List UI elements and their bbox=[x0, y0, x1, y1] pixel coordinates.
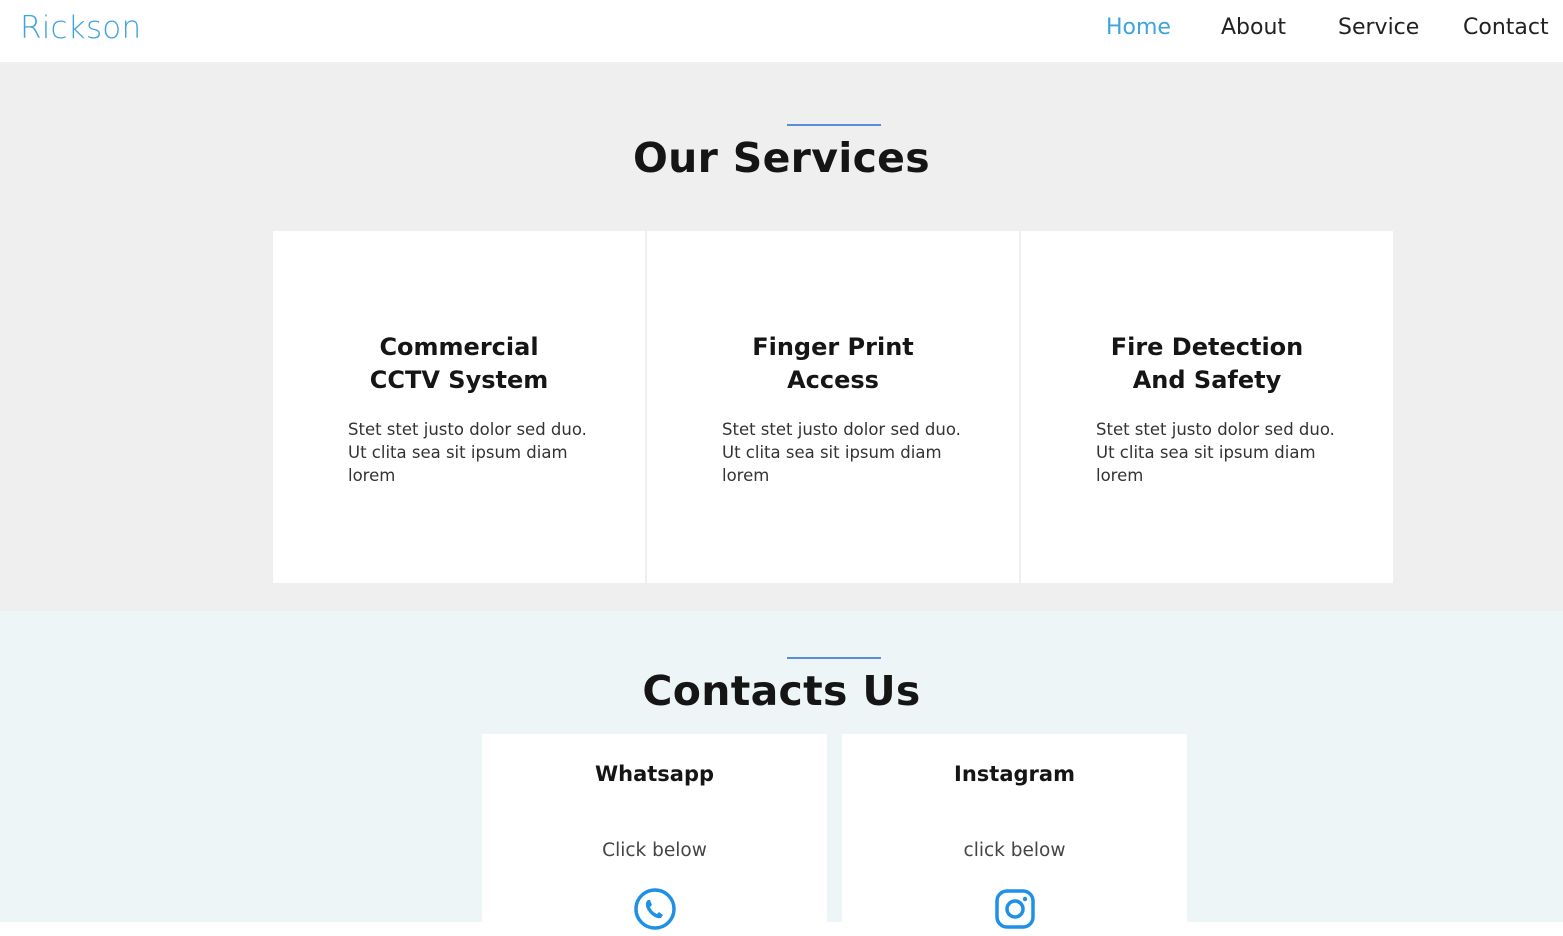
brand-logo[interactable]: Rickson bbox=[20, 10, 141, 46]
nav-link-about[interactable]: About bbox=[1221, 15, 1286, 40]
contact-card-whatsapp: Whatsapp Click below bbox=[482, 734, 827, 934]
service-cards: Commercial CCTV System Stet stet justo d… bbox=[273, 231, 1393, 583]
services-section: Our Services Commercial CCTV System Stet… bbox=[0, 62, 1563, 611]
contacts-title: Contacts Us bbox=[642, 667, 921, 715]
service-card-title: Finger Print Access bbox=[752, 333, 914, 394]
contact-card-title: Whatsapp bbox=[594, 762, 715, 786]
navbar: Rickson Home About Service Contact bbox=[0, 0, 1563, 62]
contacts-section: Contacts Us Whatsapp Click below Instagr… bbox=[0, 611, 1563, 934]
whatsapp-icon[interactable] bbox=[632, 886, 678, 932]
service-card-text: Stet stet justo dolor sed duo. Ut clita … bbox=[722, 420, 961, 485]
nav-link-contact[interactable]: Contact bbox=[1463, 15, 1549, 40]
contact-card-instagram: Instagram click below bbox=[842, 734, 1187, 934]
nav-link-service[interactable]: Service bbox=[1338, 15, 1419, 40]
service-card-title: Commercial CCTV System bbox=[369, 333, 549, 394]
service-card-text: Stet stet justo dolor sed duo. Ut clita … bbox=[1096, 420, 1335, 485]
services-title-rule bbox=[787, 124, 881, 126]
contact-card-subtitle: click below bbox=[963, 840, 1066, 861]
service-card-cctv: Commercial CCTV System Stet stet justo d… bbox=[273, 231, 645, 583]
instagram-icon[interactable] bbox=[992, 886, 1038, 932]
contacts-title-rule bbox=[787, 657, 881, 659]
service-card-title: Fire Detection And Safety bbox=[1110, 333, 1304, 394]
contact-card-subtitle: Click below bbox=[602, 840, 707, 861]
service-card-fire: Fire Detection And Safety Stet stet just… bbox=[1021, 231, 1393, 583]
service-card-text: Stet stet justo dolor sed duo. Ut clita … bbox=[348, 420, 587, 485]
contact-card-title: Instagram bbox=[954, 762, 1075, 786]
services-title: Our Services bbox=[633, 134, 930, 182]
service-card-fingerprint: Finger Print Access Stet stet justo dolo… bbox=[647, 231, 1019, 583]
nav-link-home[interactable]: Home bbox=[1106, 15, 1171, 40]
